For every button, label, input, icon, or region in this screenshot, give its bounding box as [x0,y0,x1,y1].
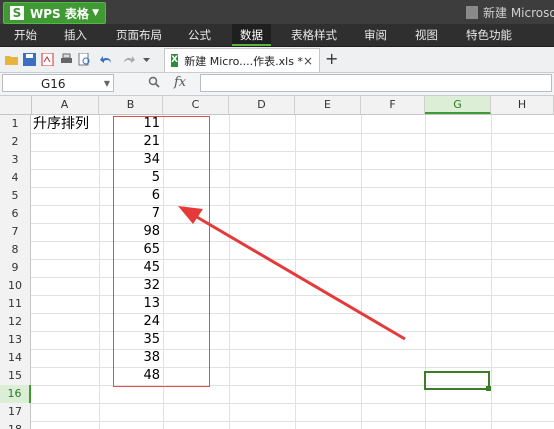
menu-item-insert[interactable]: 插入 [64,24,87,46]
menu-item-data[interactable]: 数据 [232,24,271,46]
formula-bar: G16 ▼ fx [0,73,554,96]
quick-access-toolbar: X 新建 Micro....作表.xls * × + [0,47,554,73]
open-folder-icon[interactable] [5,53,18,66]
name-box-value: G16 [41,77,66,91]
customize-toolbar-icon[interactable] [142,53,151,66]
chevron-down-icon: ▼ [92,8,99,18]
undo-icon[interactable] [100,53,113,66]
menu-item-review[interactable]: 审阅 [364,24,387,46]
menu-item-formula[interactable]: 公式 [188,24,211,46]
app-menu-button[interactable]: S WPS 表格 ▼ [3,2,106,24]
document-tab[interactable]: X 新建 Micro....作表.xls * × [164,48,320,72]
chevron-down-icon[interactable]: ▼ [104,75,110,93]
redo-icon[interactable] [122,53,135,66]
name-box[interactable]: G16 ▼ [2,74,114,92]
fill-handle[interactable] [486,386,491,391]
document-title: 新建 Microso [483,6,554,20]
menu-bar: 开始 插入 页面布局 公式 数据 表格样式 审阅 视图 特色功能 [0,24,554,47]
spreadsheet-grid[interactable]: A B C D E F G H 1 升序排列 11 2 21 3 34 4 5 [0,96,554,429]
title-bar: S WPS 表格 ▼ 新建 Microso [0,0,554,24]
insert-function-button[interactable]: fx [174,75,186,90]
export-pdf-icon[interactable] [41,53,54,66]
excel-file-icon: X [171,54,179,67]
menu-item-page-layout[interactable]: 页面布局 [116,24,162,46]
formula-input[interactable] [200,74,552,92]
menu-item-view[interactable]: 视图 [415,24,438,46]
document-icon [466,6,478,19]
window-title: 新建 Microso [466,4,554,21]
app-name: WPS 表格 [30,6,89,21]
selected-cell-g16[interactable] [424,371,490,390]
new-tab-button[interactable]: + [325,49,338,69]
close-tab-icon[interactable]: × [303,54,313,68]
wps-logo-icon: S [10,6,24,20]
menu-item-start[interactable]: 开始 [14,24,37,46]
menu-item-special[interactable]: 特色功能 [466,24,512,46]
print-preview-icon[interactable] [78,53,91,66]
zoom-search-icon[interactable] [148,76,160,88]
print-icon[interactable] [60,53,73,66]
menu-item-table-style[interactable]: 表格样式 [291,24,337,46]
document-tab-label: 新建 Micro....作表.xls * [184,54,303,68]
save-icon[interactable] [23,53,36,66]
